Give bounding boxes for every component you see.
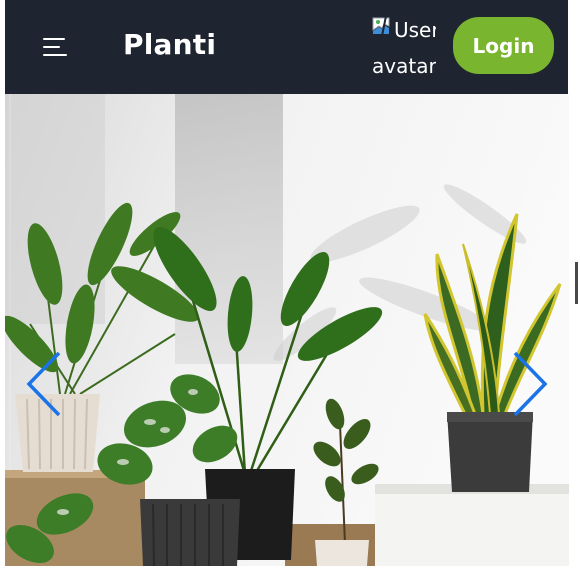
hero-image [5, 94, 569, 566]
menu-line [43, 46, 60, 48]
menu-line [43, 38, 65, 40]
chevron-left-icon [26, 351, 61, 417]
user-avatar[interactable]: User avatar [370, 14, 436, 80]
hamburger-menu-button[interactable] [43, 34, 69, 60]
page-margin [569, 94, 580, 572]
broken-image-icon [372, 15, 390, 37]
avatar-alt-text-2: avatar [372, 54, 436, 78]
chevron-right-icon [513, 351, 548, 417]
carousel-prev-button[interactable] [21, 349, 67, 419]
hero-carousel [5, 94, 569, 566]
carousel-next-button[interactable] [507, 349, 553, 419]
menu-line [43, 54, 67, 56]
brand-logo-text[interactable]: Planti [123, 28, 216, 61]
login-button[interactable]: Login [453, 17, 554, 74]
scrollbar-thumb[interactable] [575, 262, 578, 304]
avatar-alt-text: User [394, 18, 436, 42]
navbar: Planti User avatar Login [5, 0, 568, 94]
